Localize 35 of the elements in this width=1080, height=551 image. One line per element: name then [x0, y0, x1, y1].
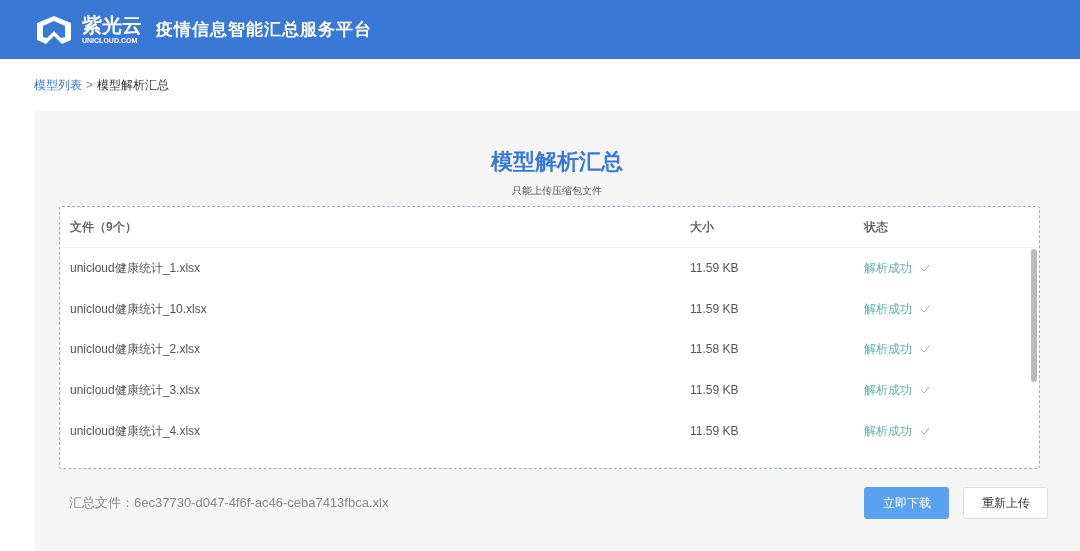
breadcrumb-separator: > [86, 77, 93, 94]
breadcrumb-link[interactable]: 模型列表 [34, 76, 82, 94]
summary-label: 汇总文件： [69, 494, 134, 513]
file-size-cell-text: 11.59 KB [690, 300, 740, 318]
status-text: 解析成功 [864, 300, 912, 318]
column-header: 状态 [864, 219, 888, 236]
file-name-cell-text: unicloud健康统计_2.xlsx [69, 341, 202, 359]
status-text: 解析成功 [864, 260, 912, 278]
check-icon [920, 264, 930, 273]
column-header: 文件（9个） [69, 219, 138, 236]
logo-icon [34, 13, 74, 46]
file-name-cell-text: unicloud健康统计_4.xlsx [69, 422, 202, 440]
file-size-cell-text: 11.58 KB [690, 341, 740, 359]
panel-title: 模型解析汇总 [491, 148, 623, 176]
app-title: 疫情信息智能汇总服务平台 [156, 18, 372, 41]
panel-subtitle: 只能上传压缩包文件 [512, 184, 602, 198]
check-icon [920, 345, 930, 354]
file-size-cell-text: 11.59 KB [690, 422, 740, 440]
status-text: 解析成功 [864, 341, 912, 359]
logo-text: 紫光云 [82, 15, 142, 35]
column-header: 大小 [690, 219, 715, 236]
file-size-cell-text: 11.59 KB [690, 382, 740, 400]
file-name-cell-text: unicloud健康统计_10.xlsx [69, 300, 208, 318]
check-icon [920, 304, 930, 313]
file-name-cell-text: unicloud健康统计_1.xlsx [69, 260, 202, 278]
breadcrumb-current: 模型解析汇总 [97, 77, 169, 94]
check-icon [920, 386, 930, 395]
reupload-button[interactable]: 重新上传 [963, 487, 1048, 519]
check-icon [920, 426, 930, 435]
status-text: 解析成功 [864, 422, 912, 440]
file-size-cell-text: 11.59 KB [690, 260, 740, 278]
download-button[interactable]: 立即下载 [864, 487, 949, 519]
summary-file-name: 6ec37730-d047-4f6f-ac46-ceba7413fbca.xlx [134, 494, 389, 513]
status-text: 解析成功 [864, 382, 912, 400]
file-name-cell-text: unicloud健康统计_3.xlsx [69, 382, 202, 400]
